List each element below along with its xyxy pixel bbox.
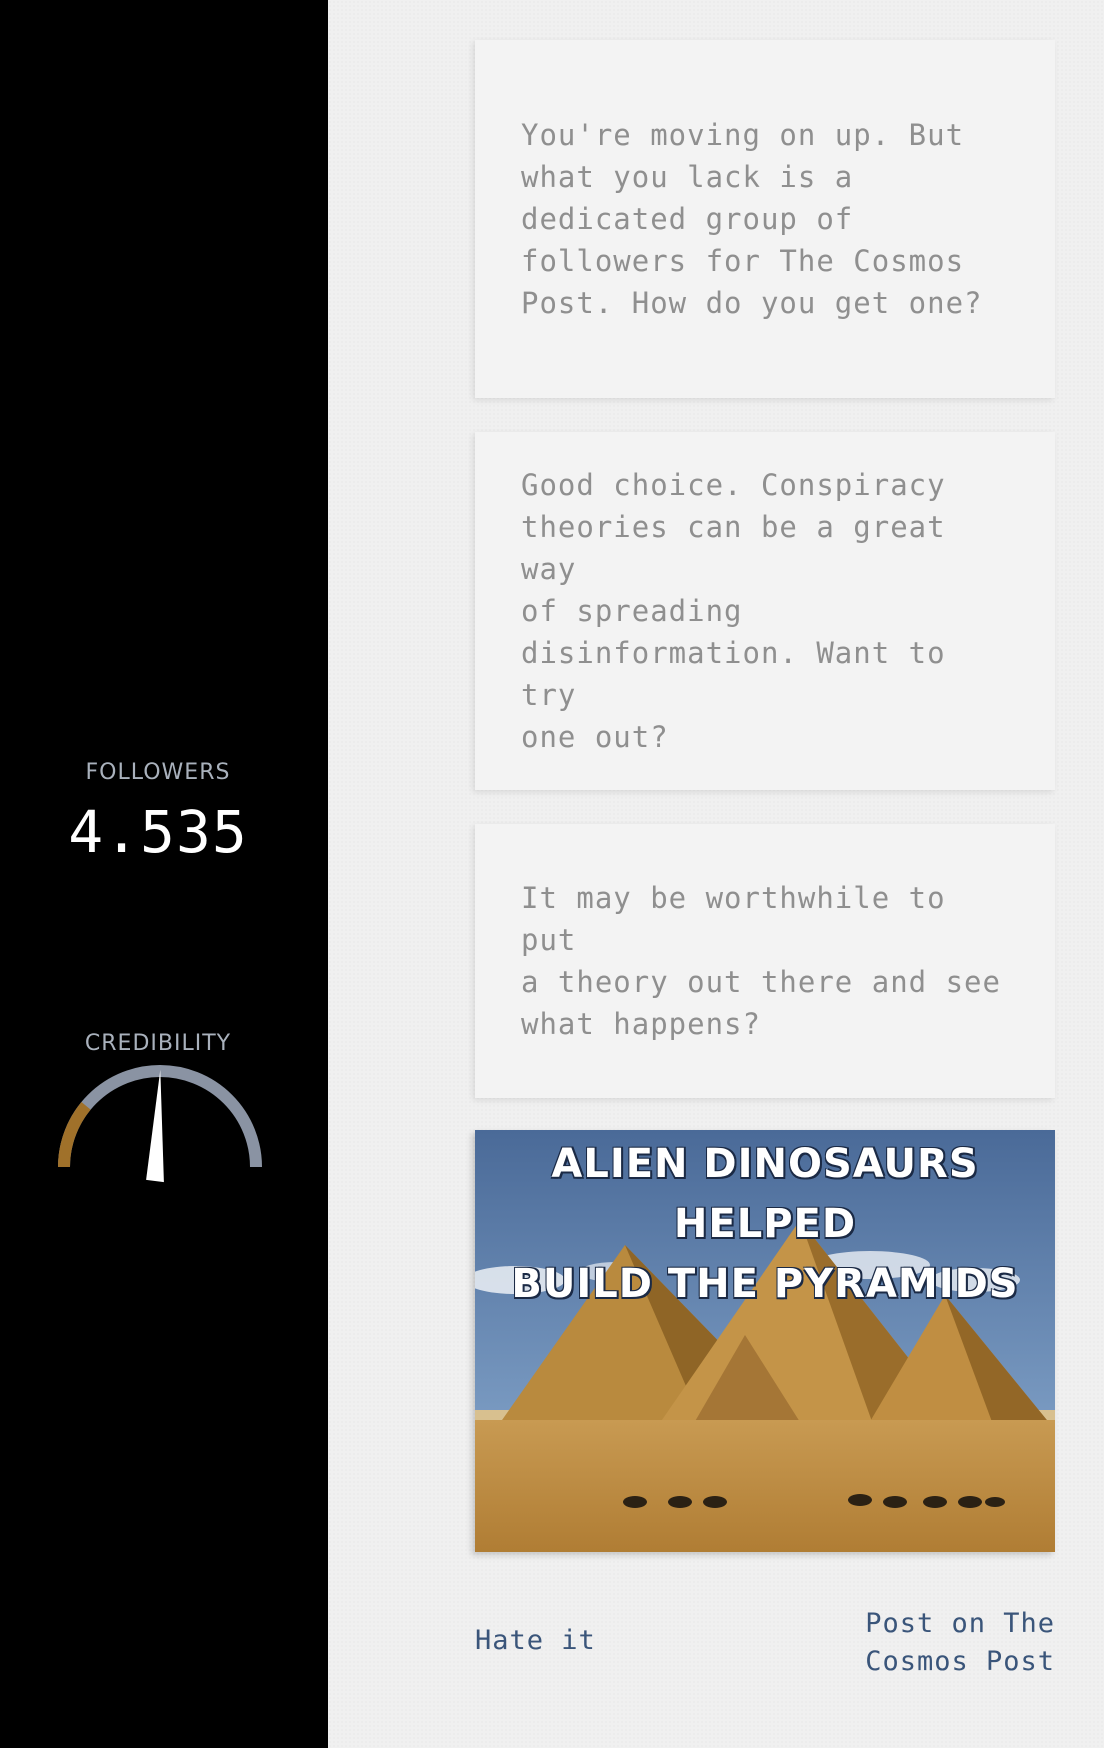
message-text: You're moving on up. But what you lack i… — [521, 118, 983, 320]
sidebar: FOLLOWERS 4.535 CREDIBILITY — [0, 0, 328, 1748]
message-card: You're moving on up. But what you lack i… — [475, 40, 1055, 398]
credibility-gauge — [58, 1065, 262, 1183]
message-card: Good choice. Conspiracy theories can be … — [475, 432, 1055, 790]
meme-headline-line-1: ALIEN DINOSAURS HELPED — [551, 1141, 979, 1247]
message-text: It may be worthwhile to put a theory out… — [521, 881, 1001, 1041]
message-feed: You're moving on up. But what you lack i… — [328, 0, 1104, 1748]
followers-label: FOLLOWERS — [85, 760, 231, 785]
meme-headline: ALIEN DINOSAURS HELPED BUILD THE PYRAMIDS — [475, 1130, 1055, 1314]
followers-count: 4.535 — [68, 798, 248, 866]
message-text: Good choice. Conspiracy theories can be … — [521, 468, 946, 754]
meme-headline-line-2: BUILD THE PYRAMIDS — [511, 1261, 1019, 1307]
message-card: It may be worthwhile to put a theory out… — [475, 824, 1055, 1098]
hate-it-button[interactable]: Hate it — [475, 1622, 596, 1660]
post-button[interactable]: Post on The Cosmos Post — [815, 1605, 1055, 1681]
gauge-needle — [146, 1069, 164, 1183]
gauge-fill — [58, 1101, 91, 1168]
meme-image: ALIEN DINOSAURS HELPED BUILD THE PYRAMIDS — [475, 1130, 1055, 1552]
credibility-label: CREDIBILITY — [84, 1031, 232, 1056]
